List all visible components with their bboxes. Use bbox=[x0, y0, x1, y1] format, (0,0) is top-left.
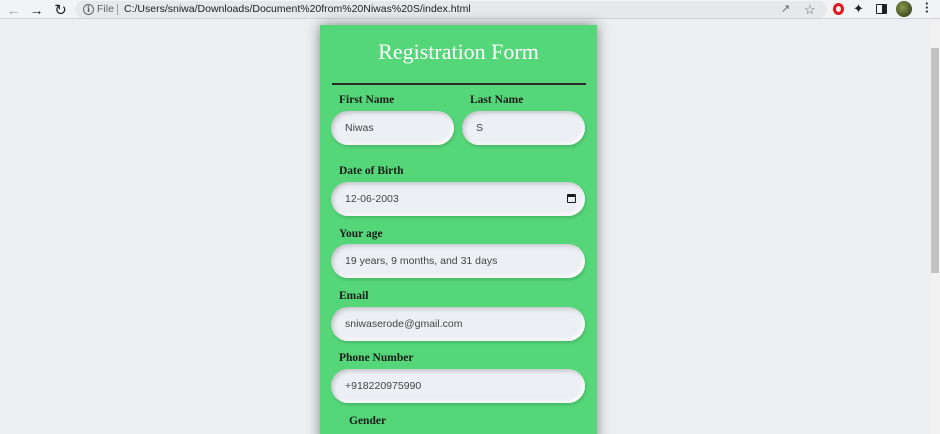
title-divider bbox=[332, 83, 586, 85]
address-separator bbox=[117, 4, 118, 15]
age-label: Your age bbox=[339, 228, 383, 240]
last-name-input[interactable]: S bbox=[462, 111, 585, 145]
last-name-label: Last Name bbox=[470, 94, 524, 106]
gender-label: Gender bbox=[349, 415, 387, 427]
forward-arrow-icon[interactable]: → bbox=[28, 1, 45, 18]
extensions-puzzle-icon[interactable]: ✦ bbox=[853, 1, 864, 17]
share-icon[interactable]: ↗ bbox=[781, 4, 792, 15]
info-icon[interactable]: i bbox=[83, 4, 94, 15]
page-scrollbar[interactable] bbox=[930, 20, 940, 434]
dob-input[interactable]: 12-06-2003 bbox=[331, 182, 585, 216]
side-panel-icon[interactable] bbox=[876, 4, 887, 14]
menu-kebab-icon[interactable]: · · · bbox=[925, 0, 929, 18]
phone-label: Phone Number bbox=[339, 352, 414, 364]
scrollbar-thumb[interactable] bbox=[931, 48, 939, 273]
url-text[interactable]: C:/Users/sniwa/Downloads/Document%20from… bbox=[124, 3, 471, 15]
dob-value: 12-06-2003 bbox=[345, 193, 399, 205]
form-title: Registration Form bbox=[378, 39, 539, 64]
email-label: Email bbox=[339, 290, 369, 302]
age-output: 19 years, 9 months, and 31 days bbox=[331, 244, 585, 278]
back-arrow-icon[interactable]: ← bbox=[5, 1, 22, 18]
bookmark-star-icon[interactable]: ☆ bbox=[804, 2, 816, 18]
reload-icon[interactable]: ↻ bbox=[52, 1, 69, 19]
first-name-label: First Name bbox=[339, 94, 395, 106]
opera-extension-icon[interactable] bbox=[833, 3, 844, 15]
dob-label: Date of Birth bbox=[339, 165, 404, 177]
address-bar[interactable]: i File C:/Users/sniwa/Downloads/Document… bbox=[75, 1, 827, 18]
profile-avatar[interactable] bbox=[896, 1, 912, 17]
email-input[interactable]: sniwaserode@gmail.com bbox=[331, 307, 585, 341]
calendar-icon[interactable] bbox=[567, 194, 576, 203]
scheme-label: File bbox=[97, 3, 114, 15]
registration-form: Registration Form First Name Last Name N… bbox=[320, 25, 597, 434]
first-name-input[interactable]: Niwas bbox=[331, 111, 454, 145]
phone-input[interactable]: +918220975990 bbox=[331, 369, 585, 403]
browser-toolbar: ← → ↻ i File C:/Users/sniwa/Downloads/Do… bbox=[0, 0, 940, 19]
